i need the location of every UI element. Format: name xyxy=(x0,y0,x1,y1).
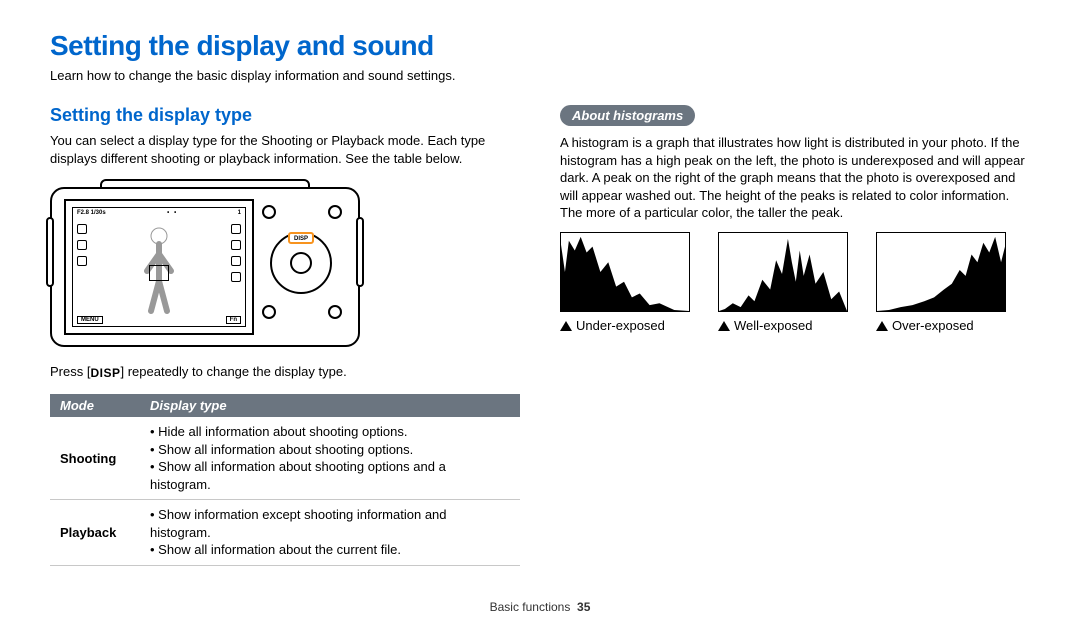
screen-icon xyxy=(77,224,87,234)
histogram-graph-icon xyxy=(876,232,1006,312)
list-item: Hide all information about shooting opti… xyxy=(150,423,510,441)
histogram-over-exposed: Over-exposed xyxy=(876,232,1006,333)
camera-button-icon xyxy=(262,305,276,319)
list-item: Show all information about the current f… xyxy=(150,541,510,559)
camera-dpad-icon: DISP xyxy=(270,232,332,294)
table-head-mode: Mode xyxy=(50,394,140,417)
disp-badge: DISP xyxy=(90,366,120,380)
triangle-icon xyxy=(876,321,888,331)
page-subtitle: Learn how to change the basic display in… xyxy=(50,68,1030,83)
table-head-type: Display type xyxy=(140,394,520,417)
page-footer: Basic functions 35 xyxy=(0,600,1080,614)
page-number: 35 xyxy=(577,600,590,614)
about-histograms-pill: About histograms xyxy=(560,105,695,126)
list-item: Show information except shooting informa… xyxy=(150,506,510,541)
triangle-icon xyxy=(560,321,572,331)
screen-icon xyxy=(231,240,241,250)
camera-button-icon xyxy=(328,205,342,219)
table-row: Shooting Hide all information about shoo… xyxy=(50,417,520,500)
footer-section: Basic functions xyxy=(490,600,571,614)
screen-icon xyxy=(77,256,87,266)
screen-exposure: F2.8 1/30s xyxy=(77,210,106,216)
table-row: Playback Show information except shootin… xyxy=(50,500,520,566)
focus-frame-icon xyxy=(149,265,169,281)
camera-button-icon xyxy=(328,305,342,319)
screen-icon xyxy=(231,224,241,234)
screen-icon xyxy=(231,272,241,282)
screen-icon xyxy=(231,256,241,266)
histogram-label: Well-exposed xyxy=(734,318,813,333)
table-mode-cell: Playback xyxy=(50,506,140,559)
screen-menu-label: MENU xyxy=(77,316,103,324)
histogram-body: A histogram is a graph that illustrates … xyxy=(560,134,1030,222)
page-title: Setting the display and sound xyxy=(50,30,1030,62)
list-item: Show all information about shooting opti… xyxy=(150,441,510,459)
list-item: Show all information about shooting opti… xyxy=(150,458,510,493)
camera-button-icon xyxy=(262,205,276,219)
left-column: Setting the display type You can select … xyxy=(50,105,520,566)
disp-button-highlight: DISP xyxy=(288,232,314,244)
press-instruction: Press [DISP] repeatedly to change the di… xyxy=(50,364,520,380)
histogram-under-exposed: Under-exposed xyxy=(560,232,690,333)
histogram-well-exposed: Well-exposed xyxy=(718,232,848,333)
right-column: About histograms A histogram is a graph … xyxy=(560,105,1030,566)
histogram-label: Under-exposed xyxy=(576,318,665,333)
display-type-intro: You can select a display type for the Sh… xyxy=(50,132,520,167)
screen-topright: 1 xyxy=(238,210,241,216)
screen-icon xyxy=(77,240,87,250)
display-type-table: Mode Display type Shooting Hide all info… xyxy=(50,394,520,566)
screen-fn-label: Fn xyxy=(226,316,241,324)
section-heading-display-type: Setting the display type xyxy=(50,105,520,126)
camera-illustration: F2.8 1/30s • • 1 xyxy=(50,177,360,352)
histogram-graph-icon xyxy=(560,232,690,312)
table-header: Mode Display type xyxy=(50,394,520,417)
histogram-graph-icon xyxy=(718,232,848,312)
table-mode-cell: Shooting xyxy=(50,423,140,493)
triangle-icon xyxy=(718,321,730,331)
histogram-label: Over-exposed xyxy=(892,318,974,333)
